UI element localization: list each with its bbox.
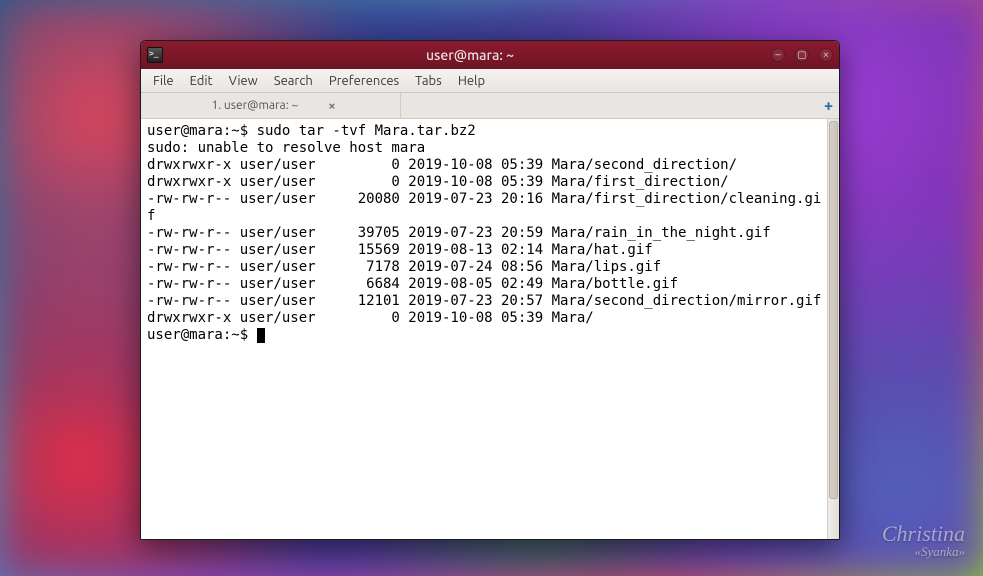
watermark: Christina «Syanka» (882, 523, 965, 558)
scrollbar[interactable] (827, 119, 839, 539)
output-line: drwxrwxr-x user/user 0 2019-10-08 05:39 … (147, 174, 729, 190)
close-button[interactable]: × (819, 48, 833, 62)
menu-view[interactable]: View (221, 71, 266, 91)
output-line: -rw-rw-r-- user/user 20080 2019-07-23 20… (147, 191, 821, 207)
output-line: sudo: unable to resolve host mara (147, 140, 425, 156)
output-line: -rw-rw-r-- user/user 39705 2019-07-23 20… (147, 225, 771, 241)
prompt-1-path: :~$ (223, 123, 257, 139)
menu-help[interactable]: Help (450, 71, 493, 91)
menu-search[interactable]: Search (266, 71, 321, 91)
menubar: File Edit View Search Preferences Tabs H… (141, 69, 839, 93)
window-title: user@mara: ~ (169, 47, 771, 63)
output-line: -rw-rw-r-- user/user 15569 2019-08-13 02… (147, 242, 653, 258)
menu-edit[interactable]: Edit (182, 71, 221, 91)
terminal-window: user@mara: ~ – ◻ × File Edit View Search… (140, 40, 840, 540)
scrollbar-thumb[interactable] (829, 121, 838, 499)
titlebar[interactable]: user@mara: ~ – ◻ × (141, 41, 839, 69)
output-line: drwxrwxr-x user/user 0 2019-10-08 05:39 … (147, 310, 594, 326)
cursor (257, 328, 265, 343)
tab-1[interactable]: 1. user@mara: ~ × (141, 93, 401, 118)
output-line: f (147, 208, 155, 224)
tabbar: 1. user@mara: ~ × + (141, 93, 839, 119)
prompt-2-path: :~$ (223, 327, 257, 343)
terminal-area[interactable]: user@mara:~$ sudo tar -tvf Mara.tar.bz2 … (141, 119, 827, 539)
new-tab-button[interactable]: + (824, 97, 833, 115)
tab-label: 1. user@mara: ~ (211, 99, 298, 112)
command-1: sudo tar -tvf Mara.tar.bz2 (257, 123, 476, 139)
terminal-area-wrap: user@mara:~$ sudo tar -tvf Mara.tar.bz2 … (141, 119, 839, 539)
minimize-button[interactable]: – (771, 48, 785, 62)
prompt-1-user: user@mara (147, 123, 223, 139)
menu-tabs[interactable]: Tabs (407, 71, 450, 91)
output-line: drwxrwxr-x user/user 0 2019-10-08 05:39 … (147, 157, 737, 173)
tab-close-icon[interactable]: × (328, 99, 335, 113)
output-line: -rw-rw-r-- user/user 6684 2019-08-05 02:… (147, 276, 678, 292)
terminal-icon (147, 47, 163, 63)
window-controls: – ◻ × (771, 48, 833, 62)
watermark-line2: «Syanka» (882, 545, 965, 558)
watermark-line1: Christina (882, 521, 965, 546)
menu-preferences[interactable]: Preferences (321, 71, 407, 91)
maximize-button[interactable]: ◻ (795, 48, 809, 62)
menu-file[interactable]: File (145, 71, 182, 91)
output-line: -rw-rw-r-- user/user 12101 2019-07-23 20… (147, 293, 821, 309)
prompt-2-user: user@mara (147, 327, 223, 343)
output-line: -rw-rw-r-- user/user 7178 2019-07-24 08:… (147, 259, 661, 275)
